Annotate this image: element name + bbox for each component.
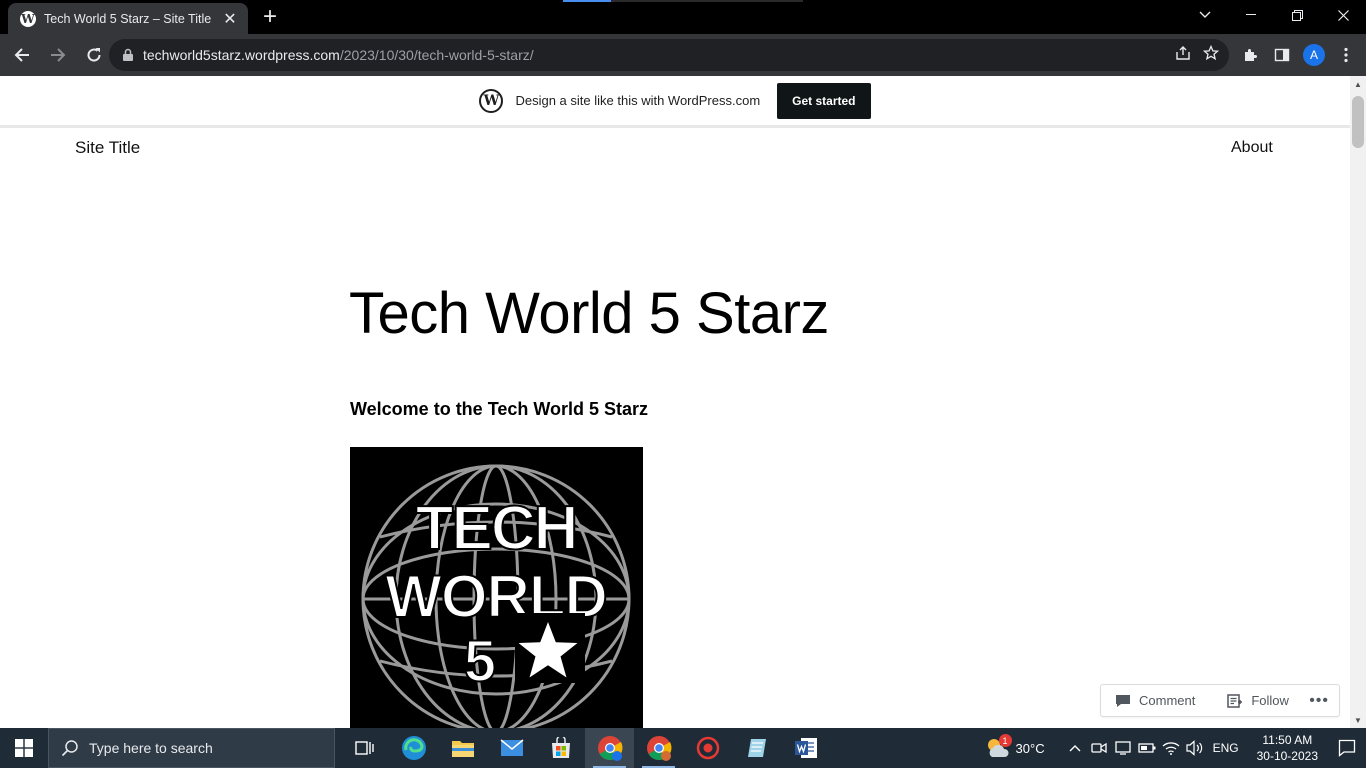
search-icon (61, 740, 78, 757)
site-title[interactable]: Site Title (75, 138, 140, 158)
mail-icon (500, 739, 523, 756)
notes-icon (747, 739, 766, 757)
profile-initial: A (1303, 44, 1325, 66)
taskbar-search-box[interactable]: Type here to search (48, 728, 335, 768)
comment-label: Comment (1139, 693, 1196, 708)
taskbar-app-mail[interactable] (487, 728, 536, 768)
task-view-button[interactable] (340, 728, 389, 768)
weather-widget[interactable]: 1 30°C (984, 734, 1045, 760)
clock-time: 11:50 AM (1262, 733, 1313, 747)
browser-tab[interactable]: W Tech World 5 Starz – Site Title ✕ (8, 3, 248, 34)
bookmark-star-icon[interactable] (1202, 44, 1220, 66)
star-icon (515, 613, 585, 683)
tab-title: Tech World 5 Starz – Site Title (44, 11, 212, 26)
forward-button[interactable] (42, 39, 74, 71)
close-tab-icon[interactable]: ✕ (222, 11, 238, 28)
restore-button[interactable] (1274, 0, 1320, 30)
taskbar-app-chrome-profile-a[interactable] (585, 728, 634, 768)
wifi-icon[interactable] (1159, 736, 1183, 760)
close-window-button[interactable] (1320, 0, 1366, 30)
scrollbar-thumb[interactable] (1352, 96, 1364, 148)
tab-search-icon[interactable] (1182, 0, 1228, 30)
taskbar-app-recorder[interactable] (683, 728, 732, 768)
taskbar-app-chrome-profile-t[interactable] (634, 728, 683, 768)
folder-icon (451, 741, 474, 757)
taskbar-app-store[interactable] (536, 728, 585, 768)
display-settings-icon[interactable] (1111, 736, 1135, 760)
edge-icon (401, 736, 426, 760)
page-viewport: W Design a site like this with WordPress… (0, 76, 1350, 728)
profile-avatar[interactable]: A (1302, 43, 1326, 67)
chrome-icon (597, 736, 622, 761)
taskbar-app-word[interactable] (781, 728, 830, 768)
post-title: Tech World 5 Starz (349, 281, 829, 346)
reload-button[interactable] (78, 39, 110, 71)
taskbar-app-edge[interactable] (389, 728, 438, 768)
new-tab-button[interactable]: + (258, 5, 282, 30)
windows-taskbar: Type here to search 1 30°C ENG 11:50 AM … (0, 728, 1366, 768)
store-icon (551, 737, 570, 758)
input-language[interactable]: ENG (1213, 741, 1239, 755)
word-icon (794, 738, 817, 758)
extensions-icon[interactable] (1238, 43, 1262, 67)
scroll-up-arrow-icon[interactable]: ▲ (1350, 76, 1366, 92)
system-clock[interactable]: 11:50 AM 30-10-2023 (1257, 732, 1318, 764)
window-controls (1182, 0, 1366, 30)
weather-alert-badge: 1 (998, 734, 1012, 747)
get-started-button[interactable]: Get started (777, 82, 871, 119)
lock-icon[interactable] (121, 48, 135, 62)
wordpress-promo-banner: W Design a site like this with WordPress… (0, 76, 1350, 128)
browser-toolbar: techworld5starz.wordpress.com/2023/10/30… (0, 34, 1366, 76)
comment-button[interactable]: Comment (1115, 693, 1195, 709)
record-icon (696, 736, 719, 760)
follow-label: Follow (1251, 693, 1289, 708)
taskbar-app-file-explorer[interactable] (438, 728, 487, 768)
battery-icon[interactable] (1135, 736, 1159, 760)
follow-reader-icon (1227, 693, 1243, 708)
taskbar-app-notes[interactable] (732, 728, 781, 768)
post-featured-image: TECH WORLD 5 (350, 447, 643, 728)
follow-button[interactable]: Follow (1227, 693, 1289, 709)
share-icon[interactable] (1175, 45, 1191, 66)
comment-icon (1116, 694, 1130, 707)
chrome-icon (646, 736, 671, 761)
promo-text[interactable]: Design a site like this with WordPress.c… (515, 93, 760, 108)
address-bar[interactable]: techworld5starz.wordpress.com/2023/10/30… (109, 39, 1229, 71)
tech-world-globe-logo: TECH WORLD 5 (350, 447, 643, 728)
start-button[interactable] (0, 728, 48, 768)
notification-icon (1338, 739, 1356, 757)
side-panel-icon[interactable] (1270, 43, 1294, 67)
system-tray: 1 30°C ENG 11:50 AM 30-10-2023 (984, 728, 1366, 768)
logo-text-line3: 5 (464, 629, 496, 694)
minimize-button[interactable] (1228, 0, 1274, 30)
task-view-icon (354, 741, 374, 755)
meet-now-icon[interactable] (1087, 736, 1111, 760)
clock-date: 30-10-2023 (1256, 749, 1318, 763)
more-options-icon[interactable]: ••• (1309, 692, 1329, 710)
logo-text-line1: TECH (416, 494, 577, 563)
loading-indicator (563, 0, 803, 2)
back-button[interactable] (6, 39, 38, 71)
volume-icon[interactable] (1183, 736, 1207, 760)
scroll-down-arrow-icon[interactable]: ▼ (1350, 712, 1366, 728)
menu-kebab-icon[interactable] (1334, 43, 1358, 67)
windows-logo-icon (15, 739, 33, 757)
tab-strip: W Tech World 5 Starz – Site Title ✕ + (0, 0, 1366, 34)
show-hidden-icons-chevron-up-icon[interactable] (1063, 736, 1087, 760)
weather-temperature: 30°C (1015, 740, 1045, 756)
page-scrollbar[interactable]: ▲ ▼ (1350, 76, 1366, 728)
wordpress-action-bar: Comment Follow ••• (1100, 684, 1340, 717)
search-placeholder: Type here to search (89, 740, 213, 756)
wordpress-logo-icon[interactable]: W (479, 88, 504, 113)
notification-center-button[interactable] (1328, 728, 1366, 768)
post-intro-heading: Welcome to the Tech World 5 Starz (350, 399, 649, 419)
wordpress-favicon-icon: W (20, 10, 36, 27)
url-text[interactable]: techworld5starz.wordpress.com/2023/10/30… (143, 47, 534, 63)
nav-item-about[interactable]: About (1231, 139, 1273, 157)
